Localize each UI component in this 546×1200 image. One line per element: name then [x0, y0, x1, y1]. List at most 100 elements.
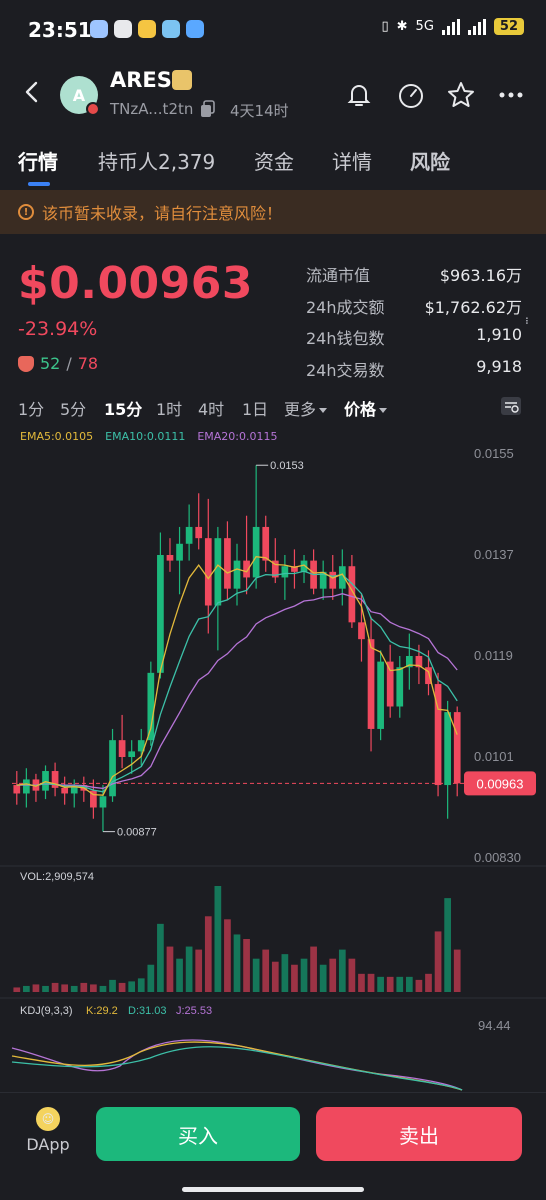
- warning-text: 该币暂未收录，请自行注意风险！: [42, 204, 283, 223]
- token-address: TNzA...t2tn: [110, 100, 194, 118]
- volume-bar: [195, 949, 203, 992]
- y-axis-tick: 0.0155: [474, 446, 514, 461]
- candle-body: [195, 526, 203, 539]
- candle-body: [185, 526, 193, 544]
- candle-body: [329, 571, 337, 589]
- tab-bar: 行情 持币人2,379 资金 详情 风险: [0, 138, 546, 188]
- volume-bar: [13, 987, 21, 992]
- bottom-action-bar: ☺ DApp 买入 卖出: [0, 1092, 546, 1200]
- timeframe-4h[interactable]: 4时: [198, 396, 224, 420]
- chevron-down-icon: [379, 408, 388, 413]
- bell-icon[interactable]: [344, 80, 374, 110]
- token-emoji-icon: [172, 70, 192, 90]
- stat-value: 9,918: [476, 356, 522, 376]
- timeframe-5m[interactable]: 5分: [60, 396, 86, 420]
- battery-indicator: 52: [493, 18, 524, 35]
- volume-bar: [128, 981, 136, 992]
- vibrate-icon: ▯: [381, 19, 389, 34]
- volume-bar: [338, 949, 346, 992]
- dapp-button[interactable]: ☺ DApp: [20, 1107, 76, 1154]
- chart-settings-icon[interactable]: [500, 396, 522, 416]
- candle-body: [23, 779, 30, 794]
- chain-badge-icon: [86, 102, 100, 116]
- chevron-down-icon: [319, 408, 328, 413]
- buy-button[interactable]: 买入: [96, 1107, 300, 1161]
- y-axis-tick: 0.0119: [474, 648, 513, 663]
- stats-more-icon[interactable]: ···: [518, 316, 534, 323]
- tab-details[interactable]: 详情: [332, 146, 372, 175]
- volume-bar: [61, 984, 69, 992]
- candle-body: [13, 785, 21, 794]
- tab-market[interactable]: 行情: [18, 146, 58, 175]
- candle-body: [42, 771, 49, 791]
- stat-row: 流通市值 $963.16万: [306, 262, 522, 294]
- candle-body: [109, 740, 116, 797]
- ratio-separator: /: [66, 354, 72, 373]
- price-chart[interactable]: 0.0155 0.0137 0.0119 0.0101 0.00830 0.0153 0.0…: [0, 440, 546, 1092]
- volume-label: VOL:2,909,574: [20, 871, 94, 883]
- timeframe-1m[interactable]: 1分: [18, 396, 44, 420]
- candle-body: [157, 555, 164, 673]
- min-price-label: 0.00877: [117, 827, 157, 839]
- volume-bar: [377, 976, 384, 992]
- tab-funds[interactable]: 资金: [254, 146, 294, 175]
- volume-bar: [233, 934, 241, 992]
- copy-icon[interactable]: [200, 100, 216, 118]
- ratio-buy: 52: [40, 354, 61, 373]
- volume-bar: [396, 976, 404, 992]
- price-type-select[interactable]: 价格: [344, 396, 388, 420]
- tab-active-indicator: [28, 182, 50, 186]
- volume-bar: [204, 916, 212, 992]
- volume-bar: [176, 958, 183, 992]
- stat-value: 1,910: [476, 325, 522, 344]
- kdj-j-value: J:25.53: [176, 1005, 212, 1017]
- status-time: 23:51: [28, 18, 92, 42]
- signal-icon: [441, 18, 460, 35]
- signal-icon-2: [467, 18, 486, 35]
- candle-body: [166, 555, 174, 561]
- ratio-sell: 78: [77, 354, 99, 373]
- status-right: ▯ ✱ 5G 52: [381, 18, 524, 35]
- gauge-icon[interactable]: [396, 80, 426, 110]
- y-axis-tick: 0.00830: [474, 850, 521, 865]
- volume-bar: [109, 979, 116, 992]
- timeframe-1d[interactable]: 1日: [242, 396, 268, 420]
- warning-icon: !: [18, 204, 34, 220]
- status-app-icons: [90, 20, 204, 38]
- volume-bar: [118, 982, 126, 992]
- volume-bar: [32, 984, 40, 992]
- timeframe-1h[interactable]: 1时: [156, 396, 182, 420]
- max-price-label: 0.0153: [270, 460, 304, 472]
- candle-body: [224, 538, 231, 589]
- tab-holders[interactable]: 持币人2,379: [98, 146, 215, 175]
- timeframe-15m[interactable]: 15分: [104, 396, 142, 420]
- volume-bar: [99, 985, 107, 992]
- back-icon[interactable]: [18, 78, 46, 106]
- candle-body: [386, 661, 394, 707]
- volume-bar: [252, 958, 260, 992]
- app-icon-4: [162, 20, 180, 38]
- volume-bar: [243, 939, 250, 992]
- more-icon[interactable]: [496, 80, 526, 110]
- volume-bar: [291, 964, 298, 992]
- token-name: ARES: [110, 68, 172, 92]
- x-icon: [114, 20, 132, 38]
- volume-bar: [386, 976, 394, 992]
- candle-body: [118, 740, 126, 757]
- tab-risk[interactable]: 风险: [410, 146, 450, 175]
- volume-bar: [157, 923, 164, 992]
- candle-body: [204, 538, 212, 606]
- candle-body: [99, 796, 107, 808]
- app-icon-1: [90, 20, 108, 38]
- dapp-icon: ☺: [36, 1107, 60, 1131]
- star-icon[interactable]: [446, 80, 476, 110]
- stat-row: 24h成交额 $1,762.62万: [306, 294, 522, 326]
- candle-body: [262, 526, 270, 561]
- volume-bar: [51, 982, 59, 992]
- price-type-label: 价格: [344, 400, 377, 419]
- candle-body: [281, 566, 289, 578]
- timeframe-more-label: 更多: [284, 400, 317, 419]
- timeframe-more[interactable]: 更多: [284, 396, 328, 420]
- sell-button[interactable]: 卖出: [316, 1107, 522, 1161]
- current-price-tag-label: 0.00963: [477, 776, 524, 791]
